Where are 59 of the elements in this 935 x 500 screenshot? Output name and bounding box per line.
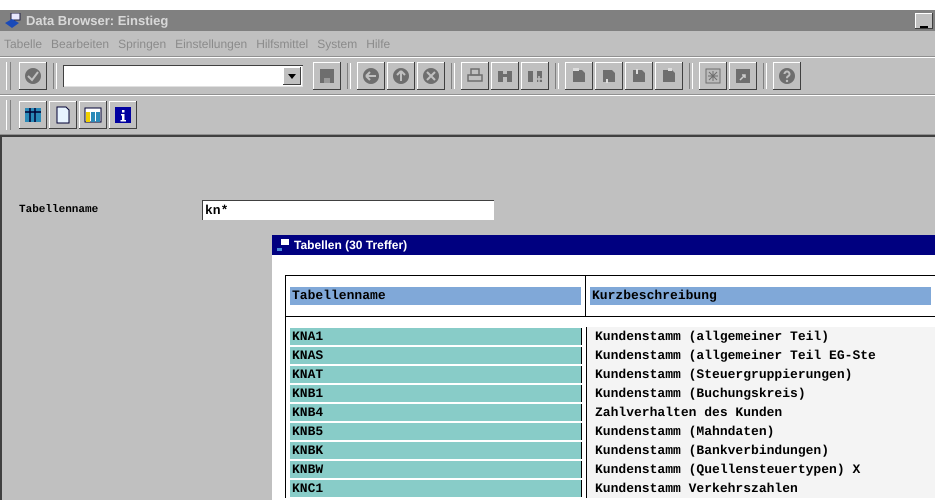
- table-cell: Kundenstamm (allgemeiner Teil EG-Ste: [586, 346, 935, 365]
- info-icon: [113, 105, 133, 125]
- find-button[interactable]: [491, 62, 519, 90]
- field-label: Tabellenname: [19, 204, 100, 216]
- table-cell: Kundenstamm Verkehrszahlen: [586, 479, 935, 498]
- table-cell: Zahlverhalten des Kunden: [586, 403, 935, 422]
- caret-icon: [288, 74, 296, 78]
- columns-button[interactable]: [79, 101, 107, 129]
- save-icon: [317, 66, 337, 86]
- save-button[interactable]: [313, 62, 341, 90]
- back-icon: [361, 66, 381, 86]
- window-title: Data Browser: Einstieg: [26, 13, 170, 28]
- up-button[interactable]: [387, 62, 415, 90]
- table-cell[interactable]: KNB1: [290, 385, 582, 402]
- column-header[interactable]: Tabellenname: [290, 287, 581, 305]
- info-button[interactable]: [109, 101, 137, 129]
- table-grid-icon: [23, 105, 43, 125]
- p2-button[interactable]: [595, 62, 623, 90]
- help-button[interactable]: [773, 62, 801, 90]
- table-cell: Kundenstamm (Mahndaten): [586, 422, 935, 441]
- grid-button[interactable]: [19, 101, 47, 129]
- table-cell: Kundenstamm (Bankverbindungen): [586, 441, 935, 460]
- column-header[interactable]: Kurzbeschreibung: [590, 287, 931, 305]
- table-cell: Kundenstamm (Buchungskreis): [586, 384, 935, 403]
- table-name-field[interactable]: kn*: [202, 200, 494, 220]
- check-button[interactable]: [19, 62, 47, 90]
- table-cell[interactable]: KNA1: [290, 328, 582, 345]
- minimize-icon: [920, 24, 928, 28]
- session-button[interactable]: [699, 62, 727, 90]
- findnext-button[interactable]: [521, 62, 549, 90]
- dialog-icon: [276, 238, 290, 252]
- dropdown-button[interactable]: [283, 67, 301, 85]
- cancel-button[interactable]: [417, 62, 445, 90]
- command-field[interactable]: [63, 65, 303, 87]
- p3-button[interactable]: [625, 62, 653, 90]
- table-cell: Kundenstamm (allgemeiner Teil): [586, 327, 935, 346]
- dialog-title: Tabellen (30 Treffer): [294, 238, 408, 252]
- p1-button[interactable]: [565, 62, 593, 90]
- columns-icon: [83, 105, 103, 125]
- minimize-button[interactable]: [915, 12, 933, 28]
- table-cell[interactable]: KNB4: [290, 404, 582, 421]
- print-button[interactable]: [461, 62, 489, 90]
- table-cell[interactable]: KNBW: [290, 461, 582, 478]
- help-icon: [777, 66, 797, 86]
- table-cell: Kundenstamm (Quellensteuertypen) X: [586, 460, 935, 479]
- page-button[interactable]: [49, 101, 77, 129]
- table-cell[interactable]: KNAT: [290, 366, 582, 383]
- table-cell: Kundenstamm (Steuergruppierungen): [586, 365, 935, 384]
- table-cell[interactable]: KNAS: [290, 347, 582, 364]
- shortcut-icon: [733, 66, 753, 86]
- back-button[interactable]: [357, 62, 385, 90]
- check-icon: [23, 66, 43, 86]
- table-cell[interactable]: KNBK: [290, 442, 582, 459]
- table-cell[interactable]: KNC1: [290, 480, 582, 497]
- table-cell[interactable]: KNB5: [290, 423, 582, 440]
- app-icon: [4, 12, 22, 28]
- cancel-icon: [421, 66, 441, 86]
- shortcut-button[interactable]: [729, 62, 757, 90]
- p4-button[interactable]: [655, 62, 683, 90]
